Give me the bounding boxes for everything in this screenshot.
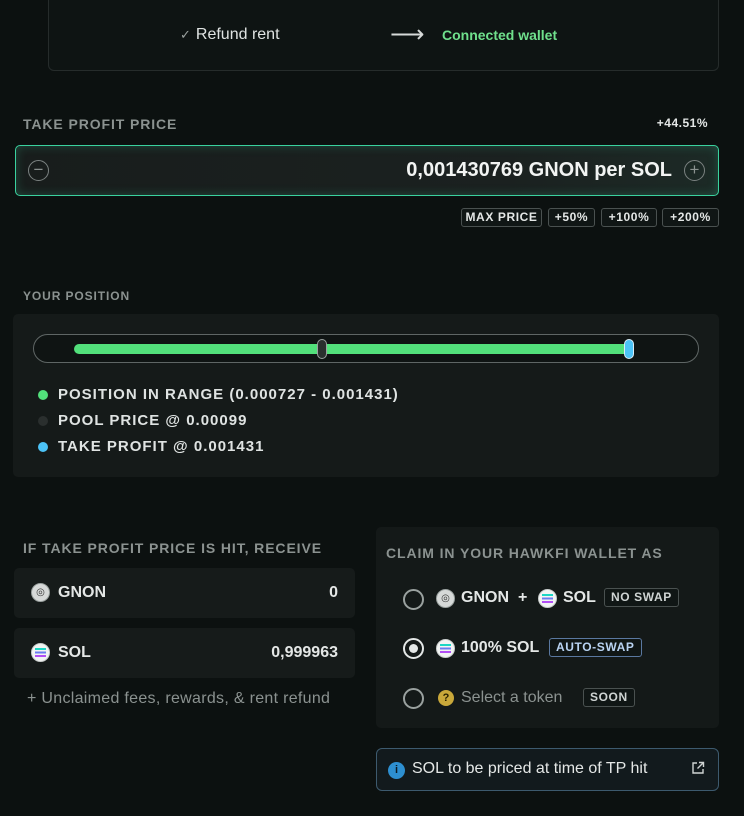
info-icon: i [388, 762, 405, 779]
sol-token-icon [436, 639, 455, 658]
take-profit-value: 0,001430769 GNON per SOL [406, 159, 672, 181]
receive-token-value: 0,999963 [271, 644, 338, 661]
wallet-steps-card [48, 0, 719, 71]
radio-auto-swap[interactable] [403, 638, 424, 659]
take-profit-handle[interactable] [624, 339, 634, 359]
plus-50-chip[interactable]: +50% [548, 208, 595, 227]
range-bar [74, 344, 629, 354]
legend-text: TAKE PROFIT @ 0.001431 [58, 438, 265, 455]
radio-no-swap[interactable] [403, 589, 424, 610]
pool-price-handle [317, 339, 327, 359]
info-text: SOL to be priced at time of TP hit [412, 760, 648, 777]
take-profit-percent: +44.51% [656, 116, 708, 130]
question-icon: ? [438, 690, 454, 706]
receive-row-gnon: ◎ GNON 0 [14, 568, 355, 618]
legend-position-in-range: POSITION IN RANGE (0.000727 - 0.001431) [38, 386, 399, 403]
receive-token-name: GNON [58, 584, 106, 601]
soon-tag: SOON [583, 688, 635, 707]
increase-price-button[interactable]: + [684, 160, 705, 181]
gnon-token-icon: ◎ [436, 589, 455, 608]
decrease-price-button[interactable]: − [28, 160, 49, 181]
auto-swap-tag: AUTO-SWAP [549, 638, 642, 657]
no-swap-tag: NO SWAP [604, 588, 679, 607]
claim-label: CLAIM IN YOUR HAWKFI WALLET AS [386, 545, 663, 561]
sol-token-icon [31, 643, 50, 662]
take-profit-label: TAKE PROFIT PRICE [23, 116, 178, 132]
receive-token-name: SOL [58, 644, 91, 661]
receive-label: IF TAKE PROFIT PRICE IS HIT, RECEIVE [23, 540, 322, 556]
legend-take-profit: TAKE PROFIT @ 0.001431 [38, 438, 264, 455]
sol-token-icon [538, 589, 557, 608]
gnon-token-icon: ◎ [31, 583, 50, 602]
arrow-right-icon: ⟶ [390, 21, 425, 48]
dark-dot-icon [38, 415, 48, 426]
unclaimed-note: + Unclaimed fees, rewards, & rent refund [27, 690, 331, 707]
green-dot-icon [38, 389, 48, 400]
your-position-label: YOUR POSITION [23, 289, 131, 303]
option-100-sol: 100% SOL [461, 639, 540, 656]
legend-text: POOL PRICE @ 0.00099 [58, 412, 248, 429]
legend-pool-price: POOL PRICE @ 0.00099 [38, 412, 247, 429]
receive-token-value: 0 [329, 584, 338, 601]
option-token-a: GNON [461, 589, 509, 606]
refund-rent-label: Refund rent [195, 26, 280, 43]
plus-icon: + [689, 160, 700, 179]
legend-text: POSITION IN RANGE (0.000727 - 0.001431) [58, 386, 399, 403]
plus-100-chip[interactable]: +100% [601, 208, 657, 227]
refund-rent-step: ✓ Refund rent [180, 26, 280, 44]
connected-wallet-label: Connected wallet [442, 27, 558, 43]
option-token-b: SOL [563, 589, 596, 606]
option-select-token: Select a token [461, 689, 563, 706]
radio-select-token[interactable] [403, 688, 424, 709]
max-price-chip[interactable]: MAX PRICE [461, 208, 542, 227]
blue-dot-icon [38, 441, 48, 452]
option-plus: + [518, 589, 528, 606]
plus-200-chip[interactable]: +200% [662, 208, 719, 227]
check-icon: ✓ [180, 27, 191, 42]
external-link-icon[interactable] [691, 761, 705, 775]
receive-row-sol: SOL 0,999963 [14, 628, 355, 678]
minus-icon: − [33, 160, 44, 179]
